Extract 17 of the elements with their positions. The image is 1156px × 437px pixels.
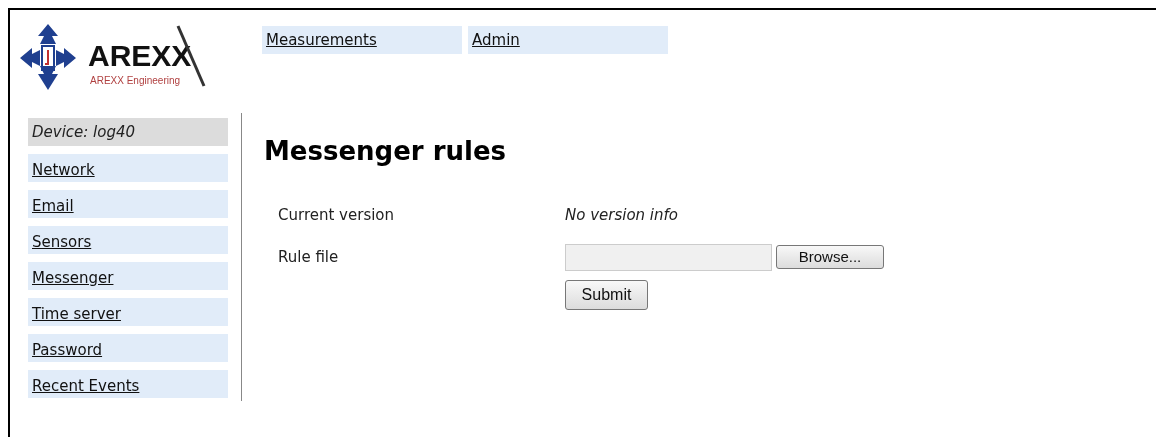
sidebar-link[interactable]: Messenger xyxy=(28,262,228,290)
sidebar-link[interactable]: Time server xyxy=(28,298,228,326)
nav-link[interactable]: Measurements xyxy=(262,26,462,54)
nav-link[interactable]: Admin xyxy=(468,26,668,54)
submit-button[interactable]: Submit xyxy=(565,280,648,310)
page-title: Messenger rules xyxy=(264,138,508,164)
sidebar-link[interactable]: Recent Events xyxy=(28,370,228,398)
field-label: Rule file xyxy=(278,246,340,268)
browse-button[interactable]: Browse... xyxy=(776,245,884,269)
sidebar-link[interactable]: Sensors xyxy=(28,226,228,254)
field-label: Current version xyxy=(278,204,396,226)
version-text: No version info xyxy=(565,204,678,226)
sidebar-link[interactable]: Network xyxy=(28,154,228,182)
sidebar-link[interactable]: Password xyxy=(28,334,228,362)
sidebar-link[interactable]: Email xyxy=(28,190,228,218)
device-label: Device: log40 xyxy=(28,118,228,146)
logo-drawing: AREXX AREXX Engineering xyxy=(18,20,210,92)
